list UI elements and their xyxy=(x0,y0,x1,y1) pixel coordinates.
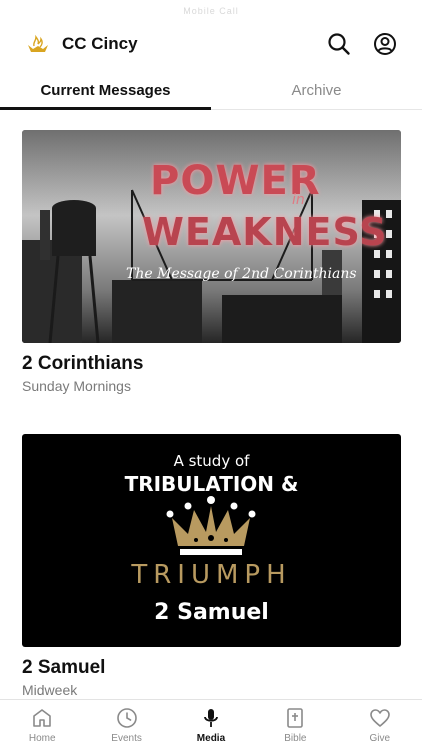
tab-archive[interactable]: Archive xyxy=(211,72,422,109)
nav-label: Events xyxy=(111,733,142,744)
art-title-weakness: WEAKNESS xyxy=(142,210,388,254)
microphone-icon xyxy=(199,706,223,730)
nav-label: Home xyxy=(28,733,56,744)
series-artwork: POWER in WEAKNESS The Message of 2nd Cor… xyxy=(22,130,401,343)
series-subtitle: Midweek xyxy=(22,682,78,698)
series-list: POWER in WEAKNESS The Message of 2nd Cor… xyxy=(0,111,422,699)
art-triumph: TRIUMPH xyxy=(131,560,292,590)
series-title: 2 Corinthians xyxy=(22,353,144,374)
header-actions xyxy=(326,31,398,57)
art-study-of: A study of xyxy=(173,452,250,470)
art-title-in: in xyxy=(292,192,305,208)
status-bar: Mobile Call xyxy=(0,0,422,22)
series-artwork: A study of TRIBULATION & TRIUMPH 2 Samue… xyxy=(22,434,401,647)
nav-give[interactable]: Give xyxy=(338,700,422,750)
profile-icon[interactable] xyxy=(372,31,398,57)
art-tagline: The Message of 2nd Corinthians xyxy=(126,266,357,282)
nav-label: Bible xyxy=(284,733,307,744)
flame-logo-icon xyxy=(26,32,50,56)
heart-icon xyxy=(368,706,392,730)
nav-bible[interactable]: Bible xyxy=(253,700,337,750)
nav-label: Media xyxy=(196,733,226,744)
nav-home[interactable]: Home xyxy=(0,700,84,750)
art-tribulation: TRIBULATION & xyxy=(124,472,299,496)
clock-icon xyxy=(115,706,139,730)
series-subtitle: Sunday Mornings xyxy=(22,378,131,394)
bible-icon xyxy=(283,706,307,730)
art-2-samuel: 2 Samuel xyxy=(154,600,269,625)
series-title: 2 Samuel xyxy=(22,657,106,678)
tab-current-messages[interactable]: Current Messages xyxy=(0,72,211,110)
nav-label: Give xyxy=(369,733,391,744)
app-title: CC Cincy xyxy=(62,34,138,53)
tab-label: Archive xyxy=(291,82,342,99)
status-text: Mobile Call xyxy=(183,6,239,16)
series-card-2-corinthians[interactable]: POWER in WEAKNESS The Message of 2nd Cor… xyxy=(22,130,401,394)
series-card-2-samuel[interactable]: A study of TRIBULATION & TRIUMPH 2 Samue… xyxy=(22,434,401,698)
nav-media[interactable]: Media xyxy=(169,700,253,750)
nav-events[interactable]: Events xyxy=(84,700,168,750)
app-header: CC Cincy xyxy=(0,22,422,66)
home-icon xyxy=(30,706,54,730)
tab-label: Current Messages xyxy=(40,82,171,99)
bottom-nav: Home Events Media Bible Give xyxy=(0,699,422,750)
search-icon[interactable] xyxy=(326,31,352,57)
tab-bar: Current Messages Archive xyxy=(0,72,422,110)
crown-icon xyxy=(166,496,256,555)
